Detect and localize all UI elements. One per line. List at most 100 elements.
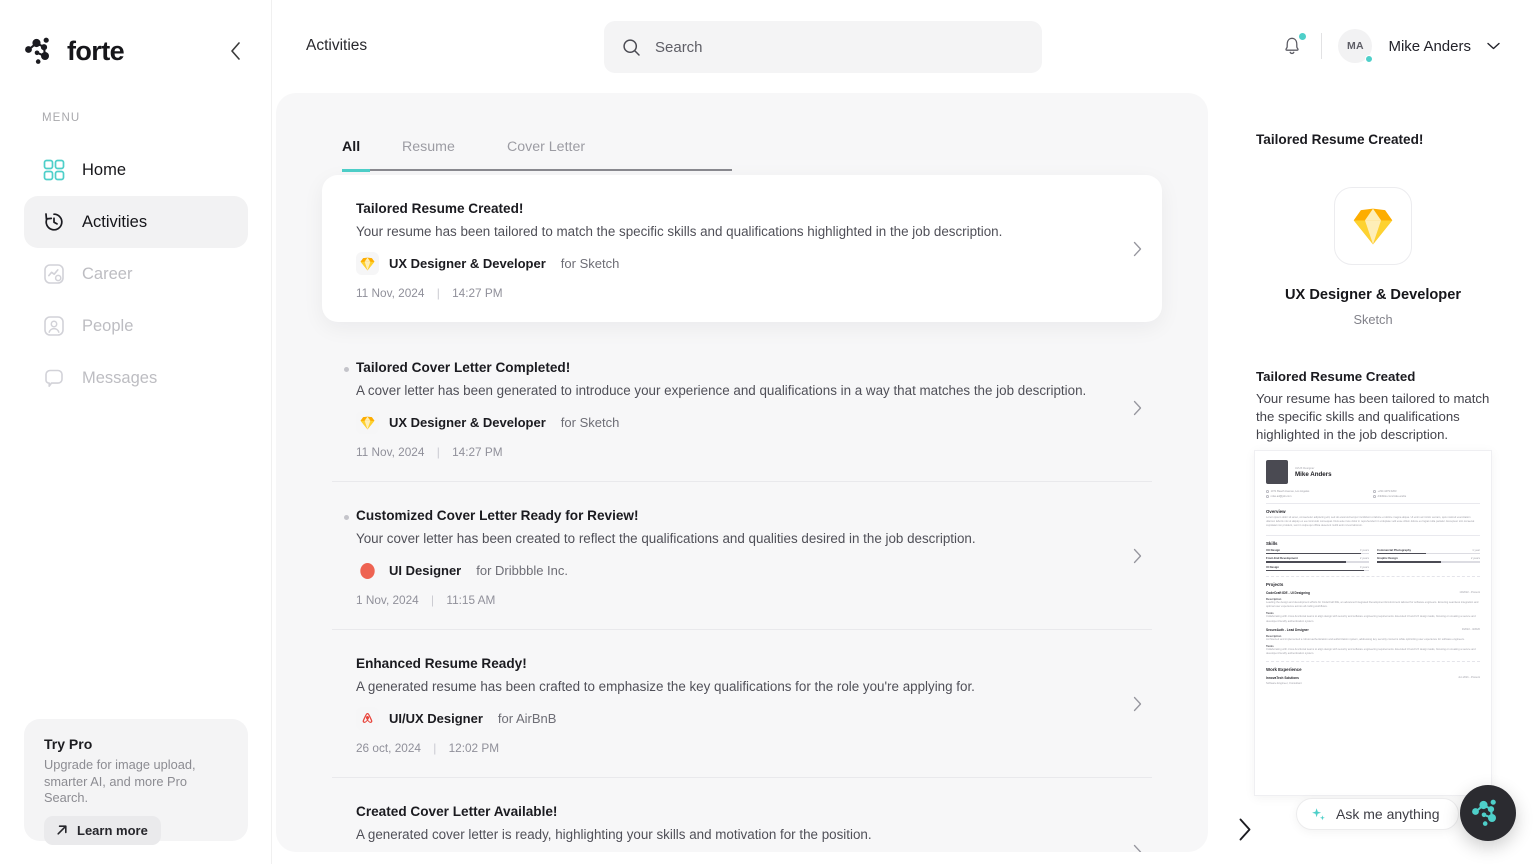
- activity-chevron[interactable]: [1133, 844, 1142, 852]
- activity-content: Enhanced Resume Ready! A generated resum…: [356, 656, 1128, 755]
- activity-chevron[interactable]: [1133, 400, 1142, 415]
- activity-title: Tailored Resume Created!: [356, 201, 524, 216]
- resume-contacts: 1071 Beach Avenue, Los Angeles +234 4479…: [1266, 490, 1480, 498]
- work-when: Jun 2021 - Present: [1458, 676, 1480, 680]
- sidebar-item-label: Career: [82, 264, 133, 283]
- activity-chevron[interactable]: [1133, 548, 1142, 563]
- skill-years: 2 years: [1359, 556, 1369, 561]
- project-desc: Architected and implemented a robust aut…: [1266, 637, 1465, 641]
- resume-contact-text: mike.ad@job.com: [1270, 495, 1292, 498]
- timestamp-divider: |: [433, 741, 437, 755]
- resume-project: SecureAuth - Lead Designer 3/2022 - 3/202…: [1266, 628, 1480, 657]
- activity-title: Created Cover Letter Available!: [356, 804, 558, 819]
- activity-timestamp: 1 Nov, 2024 | 11:15 AM: [356, 593, 1128, 607]
- avatar[interactable]: MA: [1338, 29, 1374, 63]
- activity-role: UI Designer: [389, 563, 462, 578]
- skill-name: Graphic Design: [1377, 556, 1398, 561]
- skill-name: UI Design: [1266, 564, 1279, 569]
- activities-tabs: All Resume Cover Letter: [342, 139, 734, 171]
- activity-meta: UX Designer & Developer for Sketch: [356, 411, 1128, 434]
- activity-timestamp: 11 Nov, 2024 | 14:27 PM: [356, 286, 1128, 300]
- resume-skill: UI Design 3 years: [1266, 564, 1369, 572]
- detail-role: UX Designer & Developer: [1285, 287, 1461, 303]
- sidebar-item-people[interactable]: People: [24, 300, 248, 352]
- resume-preview[interactable]: UI/UX Designer Mike Anders 1071 Beach Av…: [1254, 450, 1492, 796]
- molecule-logo-icon: [25, 37, 49, 64]
- ask-me-anything-button[interactable]: Ask me anything: [1296, 798, 1459, 830]
- search-box[interactable]: [604, 21, 1042, 73]
- tab-all[interactable]: All: [342, 139, 402, 165]
- search-input[interactable]: [655, 38, 1015, 56]
- user-menu-button[interactable]: [1487, 42, 1500, 50]
- sidebar-item-label: Messages: [82, 368, 158, 387]
- chevron-right-icon: [1239, 818, 1251, 841]
- resume-divider: [1266, 535, 1480, 536]
- resume-contact: +234 4479 6263: [1373, 490, 1480, 493]
- sketch-icon: [356, 411, 379, 434]
- activity-item[interactable]: Tailored Resume Created! Your resume has…: [322, 175, 1162, 322]
- project-tasks: Collaborating with cross-functional team…: [1266, 615, 1476, 623]
- activity-description: Your resume has been tailored to match t…: [356, 224, 1003, 239]
- activity-item[interactable]: Customized Cover Letter Ready for Review…: [322, 482, 1162, 629]
- activity-chevron[interactable]: [1133, 696, 1142, 711]
- resume-overview-heading: Overview: [1266, 508, 1286, 514]
- sidebar-item-messages[interactable]: Messages: [24, 352, 248, 404]
- unread-dot: [344, 367, 349, 372]
- clock-history-icon: [42, 210, 66, 234]
- sidebar-item-career[interactable]: Career: [24, 248, 248, 300]
- activity-company: for Sketch: [560, 415, 620, 430]
- sidebar-item-activities[interactable]: Activities: [24, 196, 248, 248]
- skill-years: 3 years: [1359, 547, 1369, 552]
- resume-skill: Commercial Photography 1 year: [1377, 548, 1480, 555]
- skill-bar: [1377, 553, 1480, 555]
- activity-chevron[interactable]: [1133, 241, 1142, 256]
- activity-date: 26 oct, 2024: [356, 741, 421, 755]
- activity-item[interactable]: Created Cover Letter Available! A genera…: [322, 778, 1162, 852]
- brand-logo[interactable]: forte: [24, 36, 125, 67]
- resume-overview-body: Lorem ipsum dolor sit amet, consectetur …: [1266, 515, 1475, 527]
- globe-icon: [1373, 495, 1376, 498]
- project-title: CodeCraft IDE - UI Designing: [1266, 591, 1310, 596]
- activity-item[interactable]: Tailored Cover Letter Completed! A cover…: [322, 334, 1162, 481]
- grid-icon: [42, 158, 66, 182]
- project-title: SecureAuth - Lead Designer: [1266, 627, 1309, 632]
- resume-contact-text: dribbble.com/mike-andre: [1377, 495, 1407, 498]
- notifications-button[interactable]: [1281, 33, 1307, 59]
- sidebar-item-label: Home: [82, 160, 127, 179]
- resume-projects-heading: Projects: [1266, 582, 1284, 588]
- timestamp-divider: |: [436, 445, 440, 459]
- tab-resume[interactable]: Resume: [402, 139, 507, 165]
- activity-meta: UI Designer for Dribbble Inc.: [356, 559, 1128, 582]
- tabs-underline: [342, 169, 732, 171]
- location-icon: [1266, 490, 1269, 493]
- sidebar-collapse-button[interactable]: [222, 38, 248, 64]
- tab-cover-letter[interactable]: Cover Letter: [507, 139, 585, 165]
- skill-years: 3 years: [1359, 564, 1369, 569]
- resume-contact-text: 1071 Beach Avenue, Los Angeles: [1270, 490, 1310, 493]
- person-icon: [42, 314, 66, 338]
- resume-name: Mike Anders: [1295, 470, 1332, 478]
- activity-item[interactable]: Enhanced Resume Ready! A generated resum…: [322, 630, 1162, 777]
- activity-title: Enhanced Resume Ready!: [356, 656, 527, 671]
- ai-assistant-fab[interactable]: [1460, 785, 1516, 841]
- timestamp-divider: |: [436, 286, 440, 300]
- learn-more-button[interactable]: Learn more: [44, 815, 161, 845]
- activity-list: Tailored Resume Created! Your resume has…: [322, 175, 1162, 852]
- activity-company: for Sketch: [560, 256, 620, 271]
- activity-description: A generated cover letter is ready, highl…: [356, 827, 872, 842]
- activity-description: A cover letter has been generated to int…: [356, 383, 1087, 398]
- activity-timestamp: 11 Nov, 2024 | 14:27 PM: [356, 445, 1128, 459]
- resume-contact-text: +234 4479 6263: [1377, 490, 1397, 493]
- phone-icon: [1373, 490, 1376, 493]
- resume-work-item: InnovaTech Solutions Jun 2021 - Present S…: [1266, 676, 1480, 686]
- resume-divider: [1266, 503, 1480, 504]
- resume-role: UI/UX Designer: [1295, 466, 1315, 470]
- try-pro-card: Try Pro Upgrade for image upload, smarte…: [24, 719, 248, 845]
- skill-bar: [1266, 561, 1369, 563]
- detail-panel-next-button[interactable]: [1238, 818, 1252, 841]
- chart-gear-icon: [42, 262, 66, 286]
- sidebar-item-home[interactable]: Home: [24, 144, 248, 196]
- resume-skill: Graphic Design 2 years: [1377, 556, 1480, 563]
- sparkle-icon: [1312, 807, 1325, 820]
- resume-contact: dribbble.com/mike-andre: [1373, 495, 1480, 498]
